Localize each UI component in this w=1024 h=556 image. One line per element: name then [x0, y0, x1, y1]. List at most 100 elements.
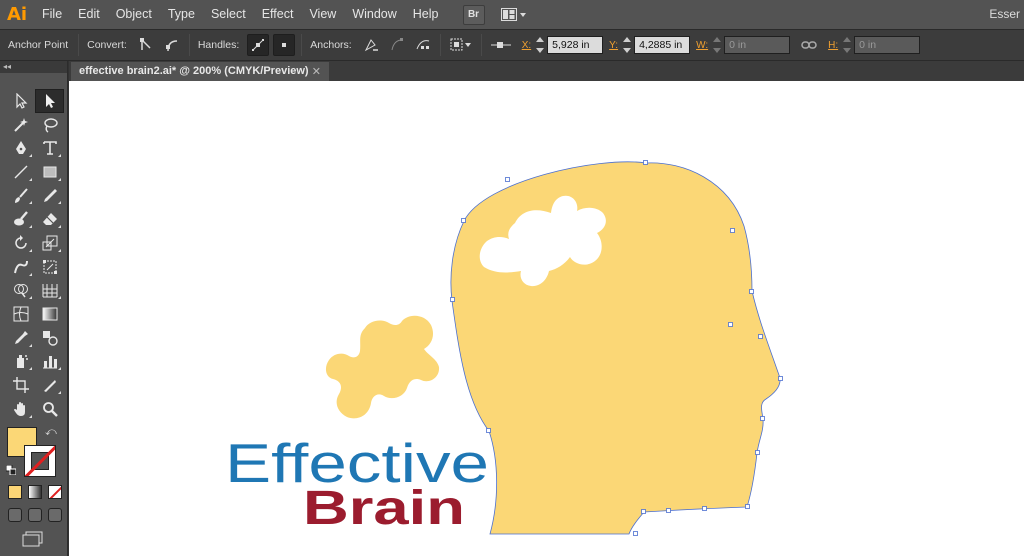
blend-tool[interactable] [35, 326, 64, 350]
line-segment-tool[interactable] [6, 160, 35, 184]
w-input[interactable] [724, 36, 791, 54]
gradient-tool[interactable] [35, 302, 64, 326]
symbol-sprayer-tool[interactable] [6, 350, 35, 374]
workspace-switcher[interactable]: Esser [989, 0, 1024, 29]
pencil-tool[interactable] [35, 184, 64, 208]
rotate-tool[interactable] [6, 231, 35, 255]
selection-tool[interactable] [6, 89, 35, 113]
eraser-icon [42, 213, 57, 226]
y-input[interactable] [634, 36, 691, 54]
head-silhouette[interactable] [450, 161, 781, 535]
convert-to-corner-button[interactable] [135, 34, 157, 56]
gradient-icon [42, 307, 57, 321]
artwork: Effective Brain [225, 160, 783, 536]
tool-name-label: Anchor Point [8, 39, 69, 51]
eraser-tool[interactable] [35, 207, 64, 231]
perspective-grid-tool[interactable] [35, 279, 64, 303]
slice-icon [43, 380, 56, 393]
menu-view[interactable]: View [301, 0, 344, 29]
w-stepper[interactable] [711, 36, 723, 54]
swap-fill-stroke-icon[interactable]: ⤺ [45, 426, 57, 439]
hide-handles-icon [282, 43, 287, 47]
artboard-canvas[interactable]: Effective Brain [69, 81, 1024, 556]
scale-tool[interactable] [35, 231, 64, 255]
floating-puzzle-piece [325, 315, 440, 419]
connect-anchors-button[interactable] [386, 34, 408, 56]
blob-brush-tool[interactable] [6, 207, 35, 231]
magic-wand-tool[interactable] [6, 113, 35, 137]
draw-normal-button[interactable] [8, 508, 22, 522]
remove-anchor-button[interactable] [360, 34, 382, 56]
y-stepper[interactable] [621, 36, 633, 54]
color-mode-button[interactable] [8, 485, 22, 499]
convert-to-smooth-button[interactable] [161, 34, 183, 56]
hand-icon [13, 401, 25, 416]
panel-collapse-button[interactable]: ◂◂ [0, 61, 67, 73]
align-icon [490, 42, 511, 48]
draw-inside-button[interactable] [48, 508, 62, 522]
menu-object[interactable]: Object [108, 0, 160, 29]
eyedropper-tool[interactable] [6, 326, 35, 350]
x-stepper[interactable] [534, 36, 546, 54]
menu-select[interactable]: Select [203, 0, 254, 29]
draw-behind-button[interactable] [28, 508, 42, 522]
h-label: H: [828, 39, 839, 51]
column-graph-tool[interactable] [35, 350, 64, 374]
show-handles-button[interactable] [247, 34, 270, 56]
x-input[interactable] [547, 36, 604, 54]
artboard-tool[interactable] [6, 373, 35, 397]
tools-panel: ◂◂ ⤺ [0, 61, 68, 556]
type-tool[interactable] [35, 136, 64, 160]
handles-label: Handles: [197, 39, 240, 51]
convert-smooth-icon [165, 40, 177, 52]
close-tab-button[interactable]: ✕ [312, 65, 321, 78]
y-label: Y: [609, 39, 619, 51]
lasso-icon [43, 117, 58, 133]
none-mode-button[interactable] [48, 485, 62, 499]
h-stepper[interactable] [841, 36, 853, 54]
arrange-documents-button[interactable] [499, 5, 529, 25]
zoom-icon [42, 401, 58, 417]
artboard-icon [12, 377, 29, 394]
menu-window[interactable]: Window [344, 0, 404, 29]
eyedropper-icon [14, 330, 28, 344]
stroke-swatch[interactable] [24, 445, 56, 477]
screen-mode-icon[interactable] [22, 531, 44, 547]
document-tab[interactable]: effective brain2.ai* @ 200% (CMYK/Previe… [71, 62, 329, 81]
paintbrush-tool[interactable] [6, 184, 35, 208]
direct-selection-tool[interactable] [35, 89, 64, 113]
bridge-button[interactable]: Br [462, 4, 485, 25]
remove-anchor-icon [364, 39, 378, 52]
mesh-tool[interactable] [6, 302, 35, 326]
blend-icon [42, 330, 58, 346]
menu-help[interactable]: Help [405, 0, 447, 29]
hide-handles-button[interactable] [273, 34, 296, 56]
warp-tool[interactable] [6, 255, 35, 279]
warp-icon [13, 260, 28, 273]
constrain-proportions-button[interactable] [798, 34, 820, 56]
pen-tool[interactable] [6, 136, 35, 160]
menu-type[interactable]: Type [160, 0, 203, 29]
h-input[interactable] [854, 36, 921, 54]
divider [480, 34, 482, 56]
hand-tool[interactable] [6, 397, 35, 421]
pen-icon [15, 141, 26, 155]
rectangle-tool[interactable] [35, 160, 64, 184]
menu-effect[interactable]: Effect [254, 0, 302, 29]
cut-path-button[interactable] [412, 34, 434, 56]
default-colors-icon[interactable] [6, 465, 16, 475]
logo-word-brain: Brain [303, 482, 465, 535]
slice-tool[interactable] [35, 373, 64, 397]
free-transform-tool[interactable] [35, 255, 64, 279]
symbol-sprayer-icon [16, 355, 28, 369]
menu-edit[interactable]: Edit [70, 0, 108, 29]
zoom-tool[interactable] [35, 397, 64, 421]
menu-file[interactable]: File [34, 0, 70, 29]
document-tab-bar: effective brain2.ai* @ 200% (CMYK/Previe… [69, 61, 1024, 81]
isolate-selection-button[interactable] [447, 34, 475, 56]
lasso-tool[interactable] [35, 113, 64, 137]
align-to-button[interactable] [488, 34, 514, 56]
arrange-documents-icon [500, 7, 526, 21]
gradient-mode-button[interactable] [28, 485, 42, 499]
shape-builder-tool[interactable] [6, 279, 35, 303]
